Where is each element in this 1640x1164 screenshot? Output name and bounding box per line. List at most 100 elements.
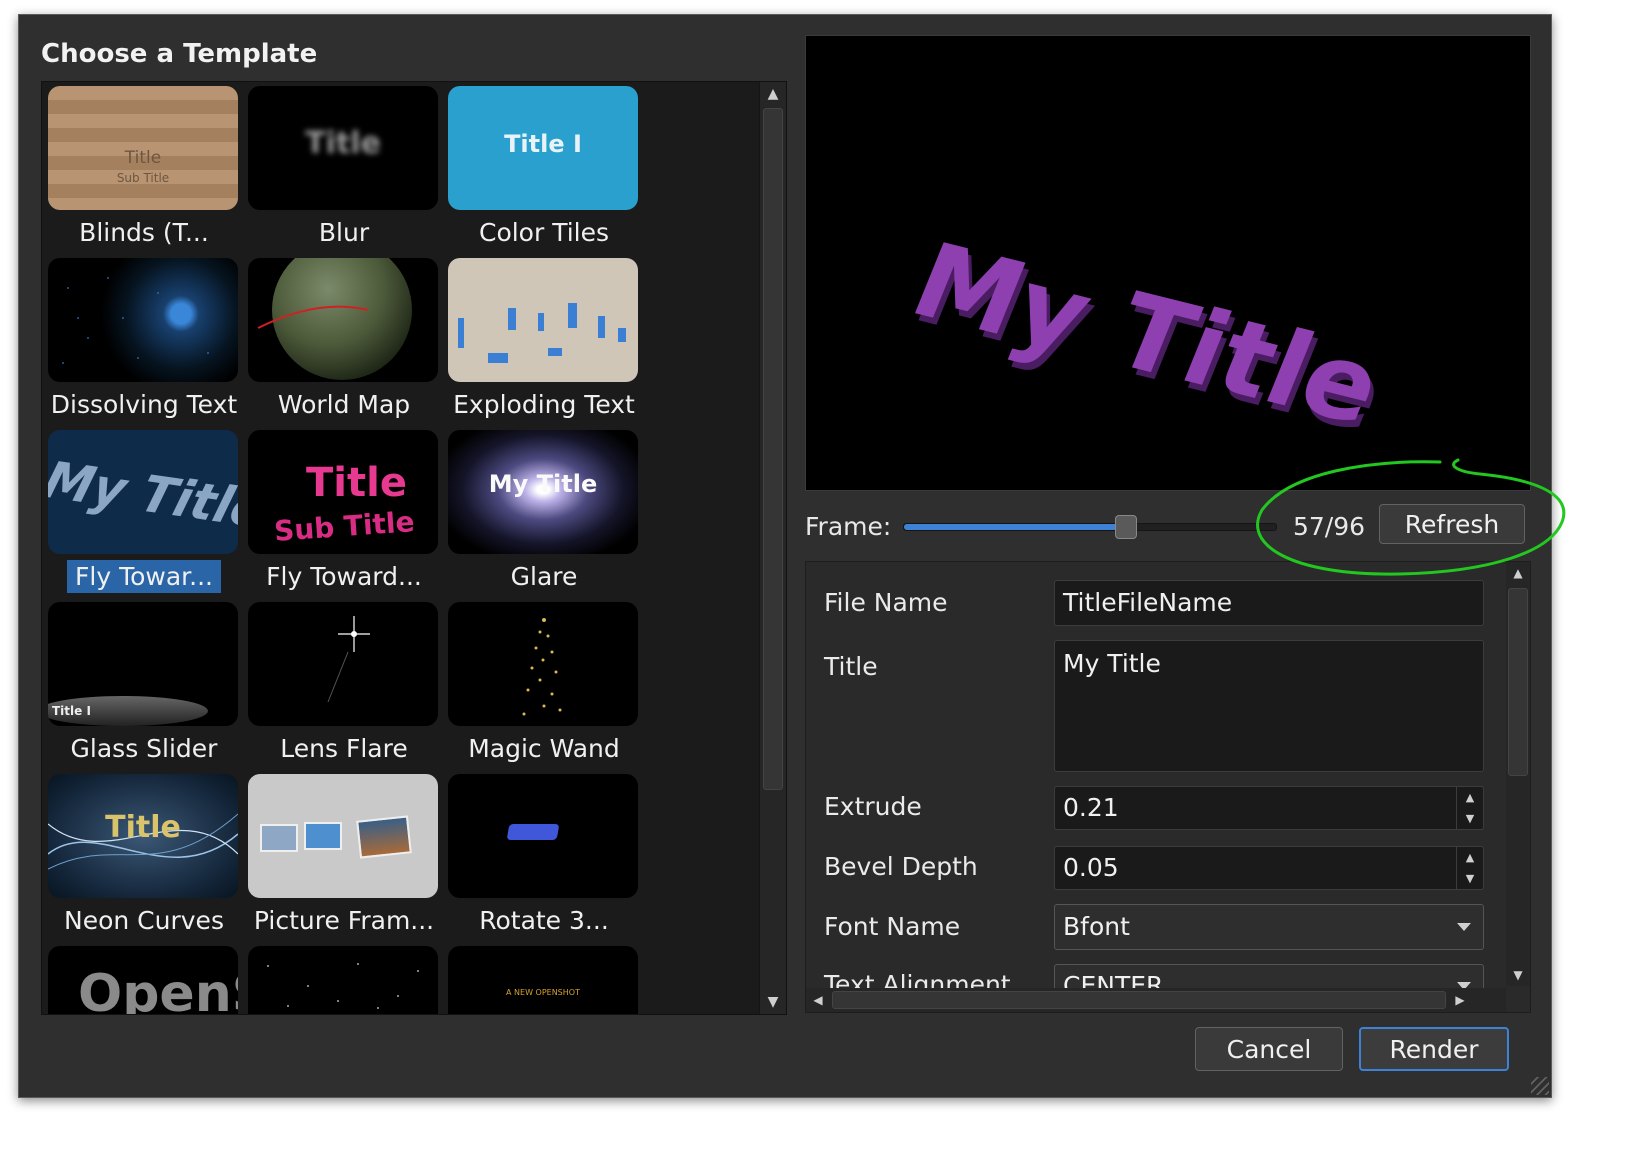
template-label: Dissolving Text — [50, 390, 238, 419]
cancel-button[interactable]: Cancel — [1195, 1027, 1343, 1071]
template-blur[interactable]: Title Blur — [246, 86, 442, 254]
refresh-button[interactable]: Refresh — [1379, 504, 1525, 544]
title-preview: My Title My Title — [805, 35, 1531, 491]
extrude-label: Extrude — [824, 792, 922, 821]
thumb-title-text: My Title — [48, 450, 238, 540]
template-blinds[interactable]: Title Sub Title Blinds (T... — [46, 86, 242, 254]
thumbnail-lens-flare — [248, 602, 438, 726]
template-magic-wand[interactable]: Magic Wand — [446, 602, 642, 770]
template-rotate-3d[interactable]: Rotate 3... — [446, 774, 642, 942]
file-name-label: File Name — [824, 588, 948, 617]
template-label: Blur — [318, 218, 370, 247]
chevron-down-icon — [1457, 923, 1471, 931]
hscroll-thumb[interactable] — [832, 991, 1446, 1009]
thumb-title-text: Title I — [52, 704, 91, 718]
template-opensource[interactable]: OpenS — [46, 946, 242, 1015]
thumb-title-text: Title — [306, 460, 407, 506]
template-list-scrollbar[interactable]: ▲ ▼ — [759, 82, 786, 1014]
rotate-text-graphic — [506, 824, 560, 840]
template-glass-slider[interactable]: Title I Glass Slider — [46, 602, 242, 770]
template-list[interactable]: Title Sub Title Blinds (T... Title Blur … — [41, 81, 787, 1015]
thumb-subtitle-text: Sub Title — [273, 505, 416, 548]
file-name-input[interactable]: TitleFileName — [1054, 580, 1484, 626]
properties-scrollbar[interactable]: ▲ ▼ — [1506, 562, 1530, 986]
thumb-title-text: My Title — [488, 470, 598, 498]
font-name-value: Bfont — [1063, 912, 1130, 941]
scroll-thumb[interactable] — [763, 108, 783, 790]
template-label: Fly Towar... — [46, 560, 242, 593]
font-name-combo[interactable]: Bfont — [1054, 904, 1484, 950]
template-label: Magic Wand — [468, 734, 620, 763]
template-label: Lens Flare — [280, 734, 408, 763]
template-dissolving-text[interactable]: Dissolving Text — [46, 258, 242, 426]
template-fly-towards-subtitle[interactable]: Title Sub Title Fly Toward... — [246, 430, 442, 598]
thumbnail-color-tiles: Title I — [448, 86, 638, 210]
frame-label: Frame: — [805, 512, 892, 541]
scroll-left-arrow-icon[interactable]: ◀ — [806, 988, 830, 1012]
template-label: Glass Slider — [70, 734, 218, 763]
thumbnail-glass-slider: Title I — [48, 602, 238, 726]
template-picture-frames[interactable]: Picture Fram... — [246, 774, 442, 942]
thumbnail-opensource: OpenS — [48, 946, 238, 1015]
render-button[interactable]: Render — [1359, 1027, 1509, 1071]
bevel-depth-row: Bevel Depth 0.05 ▲ ▼ — [806, 846, 1496, 890]
bevel-spin-buttons[interactable]: ▲ ▼ — [1456, 847, 1483, 889]
extrude-row: Extrude 0.21 ▲ ▼ — [806, 786, 1496, 830]
template-color-tiles[interactable]: Title I Color Tiles — [446, 86, 642, 254]
extrude-spinbox[interactable]: 0.21 ▲ ▼ — [1054, 786, 1484, 830]
template-starfield[interactable] — [246, 946, 442, 1014]
resize-grip-icon[interactable] — [1531, 1077, 1549, 1095]
scroll-up-arrow-icon[interactable]: ▲ — [1506, 562, 1530, 584]
thumbnail-picture-frames — [248, 774, 438, 898]
particle-graphic — [62, 277, 209, 364]
scroll-down-arrow-icon[interactable]: ▼ — [1506, 964, 1530, 986]
sparkle-graphic — [522, 618, 562, 716]
bevel-depth-value: 0.05 — [1063, 853, 1119, 882]
template-glare[interactable]: My Title Glare — [446, 430, 642, 598]
scroll-down-arrow-icon[interactable]: ▼ — [760, 990, 786, 1014]
thumbnail-star-wars: A NEW OPENSHOT — [448, 946, 638, 1014]
spin-down-icon[interactable]: ▼ — [1457, 868, 1483, 889]
thumbnail-rotate-3d — [448, 774, 638, 898]
thumb-subtitle-text: Sub Title — [116, 171, 170, 185]
template-lens-flare[interactable]: Lens Flare — [246, 602, 442, 770]
template-neon-curves[interactable]: Title Neon Curves — [46, 774, 242, 942]
frame-slider-handle[interactable] — [1114, 515, 1137, 539]
spin-down-icon[interactable]: ▼ — [1457, 808, 1483, 829]
thumbnail-fly-towards-subtitle: Title Sub Title — [248, 430, 438, 554]
template-world-map[interactable]: World Map — [246, 258, 442, 426]
frame-slider[interactable] — [903, 515, 1277, 539]
thumbnail-dissolving-text — [48, 258, 238, 382]
dialog-heading: Choose a Template — [41, 39, 318, 69]
title-label: Title — [824, 652, 878, 681]
properties-hscrollbar[interactable]: ◀ ▶ — [806, 988, 1506, 1012]
thumb-title-text: Title — [105, 810, 181, 845]
frame-count: 57/96 — [1293, 512, 1366, 541]
scroll-right-arrow-icon[interactable]: ▶ — [1448, 988, 1472, 1012]
file-name-row: File Name TitleFileName — [806, 580, 1496, 626]
template-exploding-text[interactable]: Exploding Text — [446, 258, 642, 426]
thumb-title-text: OpenS — [78, 964, 238, 1015]
bevel-depth-spinbox[interactable]: 0.05 ▲ ▼ — [1054, 846, 1484, 890]
template-label: Picture Fram... — [253, 906, 435, 935]
fragments-graphic — [458, 303, 626, 363]
preview-text: My Title — [896, 221, 1398, 448]
frame-controls: Frame: 57/96 Refresh — [805, 504, 1529, 549]
picture-frame-2 — [304, 822, 342, 850]
thumbnail-starfield — [248, 946, 438, 1014]
frame-slider-fill — [904, 524, 1125, 530]
picture-frame-1 — [260, 824, 298, 852]
route-line — [257, 305, 369, 329]
scroll-up-arrow-icon[interactable]: ▲ — [760, 82, 786, 106]
template-label: Exploding Text — [453, 390, 635, 419]
thumbnail-blur: Title — [248, 86, 438, 210]
scroll-thumb[interactable] — [1508, 588, 1528, 776]
title-textarea[interactable]: My Title — [1054, 640, 1484, 772]
template-label: Glare — [510, 562, 578, 591]
thumb-title-text: A NEW OPENSHOT — [506, 988, 580, 997]
template-star-wars[interactable]: A NEW OPENSHOT — [446, 946, 642, 1014]
thumbnail-world-map — [248, 258, 438, 382]
template-label: Neon Curves — [64, 906, 224, 935]
template-fly-towards-selected[interactable]: My Title Fly Towar... — [46, 430, 242, 598]
extrude-spin-buttons[interactable]: ▲ ▼ — [1456, 787, 1483, 829]
